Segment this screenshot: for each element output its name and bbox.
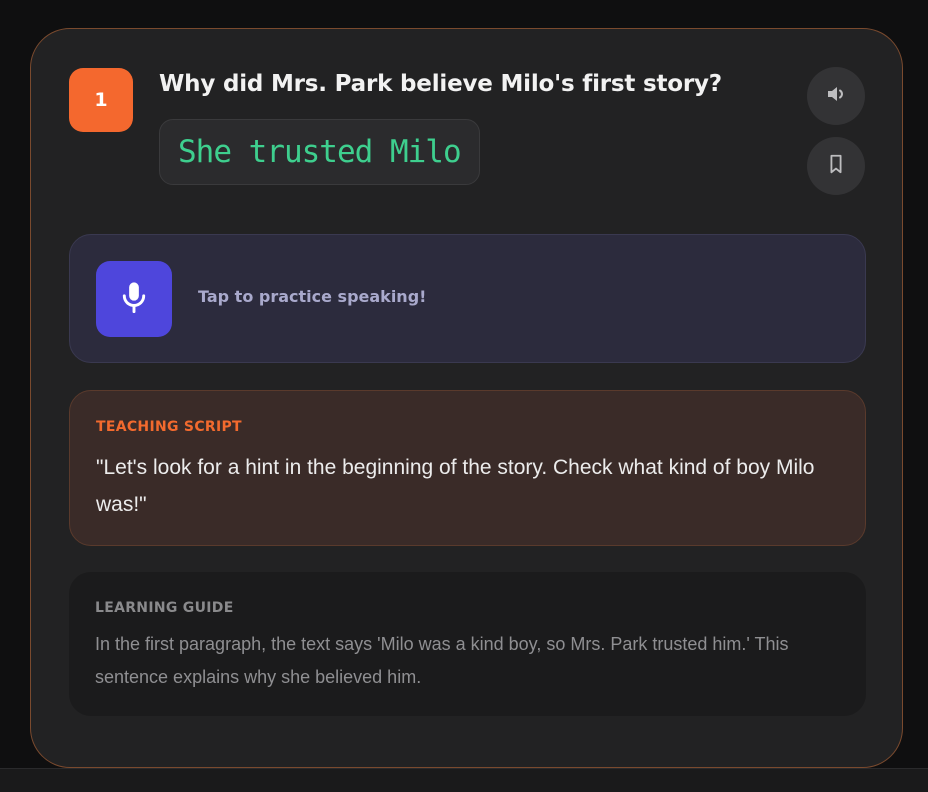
- speaker-icon: [824, 82, 848, 110]
- question-card: 1 Why did Mrs. Park believe Milo's first…: [30, 28, 903, 768]
- bookmark-icon: [825, 153, 847, 179]
- bookmark-button[interactable]: [807, 137, 865, 195]
- question-text: Why did Mrs. Park believe Milo's first s…: [159, 71, 722, 97]
- learning-guide-text: In the first paragraph, the text says 'M…: [95, 634, 789, 687]
- practice-speaking-panel[interactable]: Tap to practice speaking!: [69, 234, 866, 363]
- teaching-script-panel: TEACHING SCRIPT "Let's look for a hint i…: [69, 390, 866, 546]
- bottom-bar: [0, 768, 928, 792]
- microphone-button[interactable]: [96, 261, 172, 337]
- practice-speaking-label: Tap to practice speaking!: [198, 287, 427, 306]
- learning-guide-panel: LEARNING GUIDE In the first paragraph, t…: [69, 572, 866, 716]
- speaker-button[interactable]: [807, 67, 865, 125]
- microphone-icon: [119, 280, 149, 318]
- teaching-script-text: "Let's look for a hint in the beginning …: [96, 456, 815, 516]
- question-number-badge: 1: [69, 68, 133, 132]
- teaching-script-title: TEACHING SCRIPT: [96, 419, 242, 435]
- answer-box: She trusted Milo: [159, 119, 480, 185]
- learning-guide-title: LEARNING GUIDE: [95, 600, 234, 616]
- answer-text: She trusted Milo: [178, 134, 462, 170]
